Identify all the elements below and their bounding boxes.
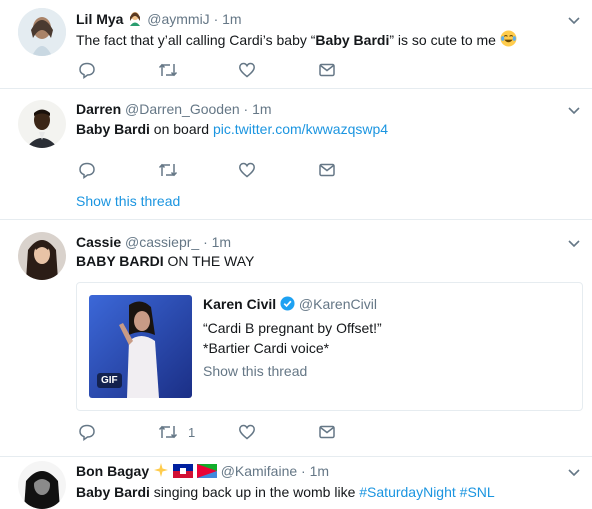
retweet-icon bbox=[158, 163, 178, 177]
envelope-icon bbox=[319, 425, 335, 439]
haiti-flag-icon bbox=[172, 464, 193, 482]
tears-of-joy-emoji-icon bbox=[500, 30, 517, 51]
reply-icon bbox=[79, 62, 95, 79]
tweet-header: Darren @Darren_Gooden · 1m bbox=[76, 100, 272, 118]
hashtag-link[interactable]: #SaturdayNight bbox=[359, 484, 456, 500]
tweet-text-bold: Baby Bardi bbox=[76, 121, 150, 137]
tweet-text: Baby Bardi singing back up in the womb l… bbox=[76, 483, 495, 501]
tweet-text-bold: Baby Bardi bbox=[315, 32, 390, 48]
avatar[interactable] bbox=[18, 461, 66, 509]
verified-badge-icon bbox=[280, 296, 295, 314]
gif-thumbnail[interactable]: GIF bbox=[89, 295, 192, 398]
user-handle[interactable]: @Darren_Gooden bbox=[125, 101, 240, 117]
tweet-text-bold: BABY BARDI bbox=[76, 253, 164, 269]
avatar-photo bbox=[18, 8, 66, 56]
tweet-bon-bagay[interactable]: Bon Bagay @Kamifaine · 1m Baby Bardi sin… bbox=[0, 457, 592, 509]
tweet-text: The fact that y’all calling Cardi’s baby… bbox=[76, 30, 517, 51]
separator-dot: · bbox=[213, 11, 219, 27]
eritrea-flag-icon bbox=[196, 464, 217, 482]
heart-icon bbox=[239, 62, 255, 78]
tweet-text-part: singing back up in the womb like bbox=[149, 484, 360, 500]
reply-button[interactable] bbox=[78, 423, 96, 441]
separator-dot: · bbox=[301, 463, 306, 479]
gif-badge: GIF bbox=[97, 373, 122, 388]
reply-icon bbox=[79, 162, 95, 179]
display-name[interactable]: Bon Bagay bbox=[76, 463, 149, 479]
tweet-header: Cassie @cassiepr_ · 1m bbox=[76, 233, 231, 251]
quoted-show-thread[interactable]: Show this thread bbox=[203, 363, 307, 379]
separator-dot: · bbox=[243, 101, 249, 117]
chevron-down-icon[interactable] bbox=[566, 235, 582, 251]
envelope-icon bbox=[319, 163, 335, 177]
retweet-button[interactable]: 1 bbox=[158, 423, 195, 441]
avatar[interactable] bbox=[18, 100, 66, 148]
like-button[interactable] bbox=[238, 423, 256, 441]
avatar-photo bbox=[18, 461, 66, 509]
avatar[interactable] bbox=[18, 8, 66, 56]
avatar[interactable] bbox=[18, 232, 66, 280]
tweet-text-bold: Baby Bardi bbox=[76, 484, 150, 500]
tweet-text-part: ” is so cute to me bbox=[389, 32, 496, 48]
hashtag-link[interactable]: #SNL bbox=[460, 484, 495, 500]
user-handle[interactable]: @aymmiJ bbox=[147, 11, 209, 27]
direct-message-button[interactable] bbox=[318, 423, 336, 441]
reply-icon bbox=[79, 424, 95, 441]
envelope-icon bbox=[319, 63, 335, 77]
tweet-header: Bon Bagay @Kamifaine · 1m bbox=[76, 462, 329, 482]
display-name[interactable]: Darren bbox=[76, 101, 121, 117]
direct-message-button[interactable] bbox=[318, 161, 336, 179]
like-button[interactable] bbox=[238, 61, 256, 79]
display-name[interactable]: Cassie bbox=[76, 234, 121, 250]
direct-message-button[interactable] bbox=[318, 61, 336, 79]
avatar-photo bbox=[18, 232, 66, 280]
tweet-text-part: The fact that y’all calling Cardi’s baby… bbox=[76, 32, 316, 48]
tweet-darren[interactable]: Darren @Darren_Gooden · 1m Baby Bardi on… bbox=[0, 89, 592, 220]
avatar-photo bbox=[18, 100, 66, 148]
timestamp[interactable]: 1m bbox=[310, 463, 329, 479]
retweet-button[interactable] bbox=[158, 161, 178, 179]
retweet-count: 1 bbox=[188, 424, 196, 440]
tweet-text: Baby Bardi on board pic.twitter.com/kwwa… bbox=[76, 120, 388, 138]
reply-button[interactable] bbox=[78, 61, 96, 79]
retweet-icon bbox=[158, 63, 178, 77]
quoted-text-line-2: *Bartier Cardi voice* bbox=[203, 340, 330, 356]
quoted-tweet[interactable]: GIF Karen Civil @KarenCivil “Cardi B pre… bbox=[76, 282, 583, 411]
quoted-text-line-1: “Cardi B pregnant by Offset!” bbox=[203, 320, 382, 336]
user-handle[interactable]: @cassiepr_ bbox=[125, 234, 199, 250]
timestamp[interactable]: 1m bbox=[222, 11, 241, 27]
user-handle[interactable]: @Kamifaine bbox=[221, 463, 297, 479]
retweet-button[interactable] bbox=[158, 61, 178, 79]
tweet-text-part: ON THE WAY bbox=[163, 253, 255, 269]
tweet-header: Lil Mya @aymmiJ · 1m bbox=[76, 10, 242, 30]
tweet-text-part: on board bbox=[149, 121, 213, 137]
show-thread-link[interactable]: Show this thread bbox=[76, 193, 180, 209]
tweet-lil-mya[interactable]: Lil Mya @aymmiJ · 1m The fact that y’all… bbox=[0, 0, 592, 89]
quoted-user-handle[interactable]: @KarenCivil bbox=[299, 296, 377, 312]
tweet-text: BABY BARDI ON THE WAY bbox=[76, 252, 254, 270]
chevron-down-icon[interactable] bbox=[566, 464, 582, 480]
chevron-down-icon[interactable] bbox=[566, 102, 582, 118]
like-button[interactable] bbox=[238, 161, 256, 179]
quoted-display-name[interactable]: Karen Civil bbox=[203, 296, 276, 312]
timestamp[interactable]: 1m bbox=[212, 234, 231, 250]
chevron-down-icon[interactable] bbox=[566, 12, 582, 28]
timestamp[interactable]: 1m bbox=[252, 101, 271, 117]
separator-dot: · bbox=[203, 234, 208, 250]
media-link[interactable]: pic.twitter.com/kwwazqswp4 bbox=[213, 121, 388, 137]
retweet-icon bbox=[158, 425, 178, 439]
heart-icon bbox=[239, 424, 255, 440]
heart-icon bbox=[239, 162, 255, 178]
display-name[interactable]: Lil Mya bbox=[76, 11, 123, 27]
reply-button[interactable] bbox=[78, 161, 96, 179]
tweet-cassie[interactable]: Cassie @cassiepr_ · 1m BABY BARDI ON THE… bbox=[0, 220, 592, 457]
sparkles-emoji-icon bbox=[153, 462, 169, 482]
woman-emoji-icon bbox=[127, 10, 143, 30]
quoted-tweet-header: Karen Civil @KarenCivil bbox=[203, 296, 377, 314]
